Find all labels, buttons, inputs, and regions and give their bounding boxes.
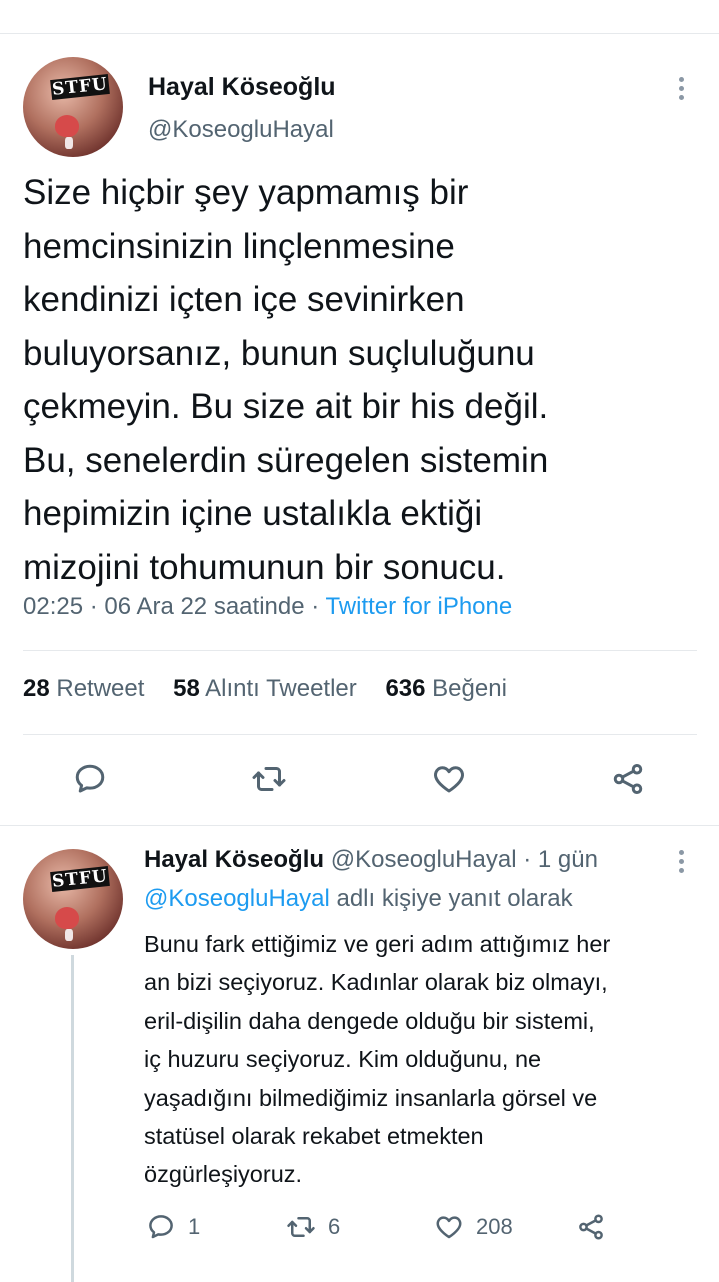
reply-share-button[interactable] xyxy=(576,1210,618,1244)
quotes-stat[interactable]: 58 Alıntı Tweetler xyxy=(173,675,357,702)
avatar-drop-shape xyxy=(65,137,73,149)
retweet-button[interactable] xyxy=(249,759,289,799)
reply-author-handle[interactable]: @KoseogluHayal xyxy=(331,846,517,873)
avatar-censor-bar: STFU xyxy=(50,74,110,100)
retweet-arrows-icon xyxy=(252,767,286,791)
retweets-stat[interactable]: 28 Retweet xyxy=(23,675,144,702)
reply-to-mention[interactable]: @KoseogluHayal xyxy=(144,885,330,912)
share-nodes-icon xyxy=(579,1214,603,1240)
reply-to-suffix: adlı kişiye yanıt olarak xyxy=(336,885,573,912)
quotes-count: 58 xyxy=(173,675,200,702)
reply-author-name[interactable]: Hayal Köseoğlu xyxy=(144,846,324,873)
retweets-count: 28 xyxy=(23,675,50,702)
divider xyxy=(0,825,719,826)
share-button[interactable] xyxy=(608,759,648,799)
reply-line: statüsel olarak rekabet etmekten xyxy=(144,1123,484,1150)
tweet-text: Size hiçbir şey yapmamış bir hemcinsiniz… xyxy=(23,166,703,594)
heart-icon xyxy=(436,1216,462,1239)
avatar-censor-bar: STFU xyxy=(50,866,110,892)
author-avatar[interactable]: STFU xyxy=(23,57,123,157)
reply-reply-button[interactable]: 1 xyxy=(146,1210,200,1244)
retweet-count: 6 xyxy=(328,1214,341,1239)
reply-count: 1 xyxy=(188,1214,201,1239)
reply-header: Hayal Köseoğlu @KoseogluHayal · 1 gün xyxy=(144,846,598,874)
divider xyxy=(23,650,697,651)
speech-bubble-icon xyxy=(149,1215,173,1239)
reply-line: Bunu fark ettiğimiz ve geri adım attığım… xyxy=(144,931,611,957)
reply-to-line: @KoseogluHayal adlı kişiye yanıt olarak xyxy=(144,885,573,913)
reply-age[interactable]: 1 gün xyxy=(538,846,598,873)
reply-line: özgürleşiyoruz. xyxy=(144,1161,303,1188)
tweet-line: hepimizin içine ustalıkla ektiği xyxy=(23,494,483,533)
thread-line xyxy=(71,955,74,1282)
reply-retweet-button[interactable]: 6 xyxy=(286,1210,340,1244)
likes-label: Beğeni xyxy=(432,675,507,702)
author-handle[interactable]: @KoseogluHayal xyxy=(148,116,334,144)
tweet-meta: 02:25 · 06 Ara 22 saatinde · Twitter for… xyxy=(23,593,512,621)
avatar-bar-text: STFU xyxy=(51,866,109,892)
likes-stat[interactable]: 636 Beğeni xyxy=(385,675,506,702)
meta-separator: · xyxy=(89,593,98,620)
like-count: 208 xyxy=(476,1214,513,1239)
likes-count: 636 xyxy=(385,675,426,702)
share-nodes-icon xyxy=(613,764,643,794)
reply-author-avatar[interactable]: STFU xyxy=(23,849,123,949)
tweet-stats: 28 Retweet 58 Alıntı Tweetler 636 Beğeni xyxy=(23,675,529,703)
divider xyxy=(23,734,697,735)
avatar-bar-text: STFU xyxy=(51,74,109,100)
tweet-line: Bu, senelerdin süregelen sistemin xyxy=(23,440,549,480)
more-options-icon[interactable] xyxy=(679,77,685,104)
tweet-date[interactable]: 06 Ara 22 saatinde xyxy=(104,593,304,620)
tweet-line: çekmeyin. Bu size ait bir his değil. xyxy=(23,387,549,426)
like-button[interactable] xyxy=(429,759,469,799)
reply-text: Bunu fark ettiğimiz ve geri adım attığım… xyxy=(144,925,704,1194)
top-divider xyxy=(0,33,719,34)
meta-separator: · xyxy=(311,593,320,620)
reply-line: yaşadığını bilmediğimiz insanlarla görse… xyxy=(144,1084,598,1111)
tweet-source-link[interactable]: Twitter for iPhone xyxy=(325,593,512,620)
tweet-line: kendinizi içten içe sevinirken xyxy=(23,280,465,319)
reply-button[interactable] xyxy=(70,759,110,799)
reply-line: iç huzuru seçiyoruz. Kim olduğunu, ne xyxy=(144,1046,542,1073)
retweets-label: Retweet xyxy=(56,675,145,702)
tweet-time[interactable]: 02:25 xyxy=(23,593,83,620)
quotes-label: Alıntı Tweetler xyxy=(205,675,357,702)
avatar-mouth-shape xyxy=(55,907,79,929)
reply-line: an bizi seçiyoruz. Kadınlar olarak biz o… xyxy=(144,969,608,996)
avatar-drop-shape xyxy=(65,929,73,941)
retweet-arrows-icon xyxy=(287,1217,315,1237)
reply-like-button[interactable]: 208 xyxy=(434,1210,513,1244)
author-name[interactable]: Hayal Köseoğlu xyxy=(148,73,336,102)
more-options-icon[interactable] xyxy=(679,850,685,877)
heart-icon xyxy=(434,766,464,793)
speech-bubble-icon xyxy=(75,764,105,793)
tweet-line: buluyorsanız, bunun suçluluğunu xyxy=(23,333,535,373)
header-separator: · xyxy=(523,846,532,873)
reply-line: eril-dişilin daha dengede olduğu bir sis… xyxy=(144,1007,595,1034)
tweet-line: hemcinsinizin linçlenmesine xyxy=(23,226,455,266)
tweet-line: mizojini tohumunun bir sonucu. xyxy=(23,547,506,587)
tweet-line: Size hiçbir şey yapmamış bir xyxy=(23,173,469,212)
avatar-mouth-shape xyxy=(55,115,79,137)
